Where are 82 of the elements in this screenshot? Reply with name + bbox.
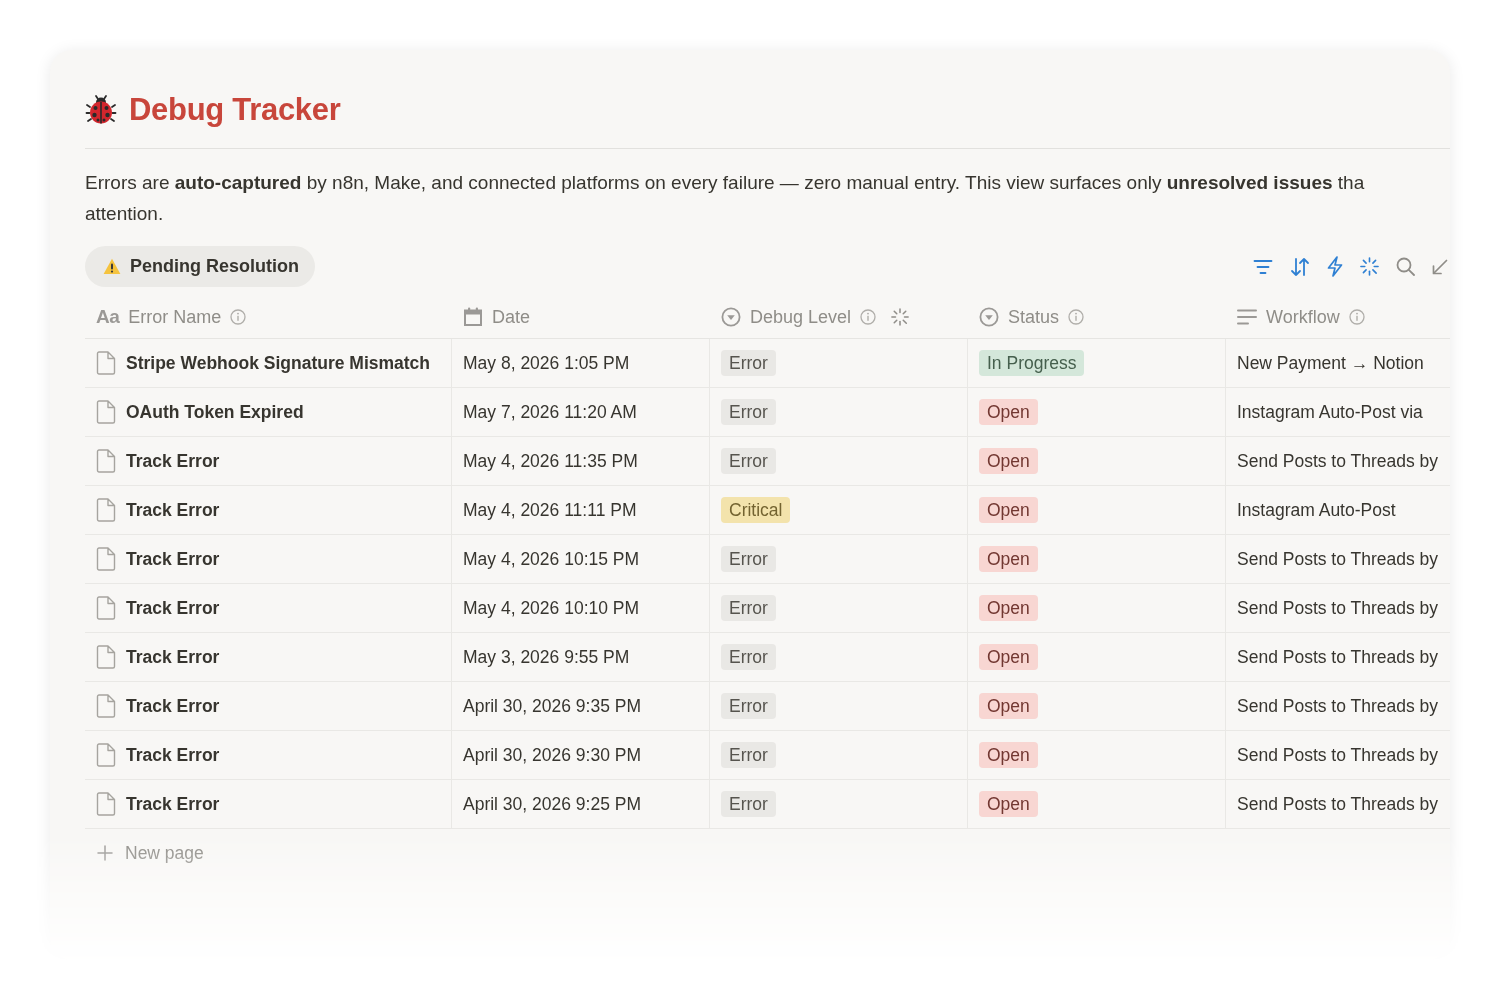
page-icon	[96, 694, 116, 718]
page-icon	[96, 400, 116, 424]
workflow-text: Send Posts to Threads by	[1237, 597, 1439, 619]
workflow-text: New Payment → Notion	[1237, 352, 1424, 374]
plus-icon	[97, 845, 113, 861]
error-name-link[interactable]: Track Error	[126, 744, 220, 766]
error-name-link[interactable]: Track Error	[126, 646, 220, 668]
debug-level-tag: Error	[721, 399, 776, 425]
page-icon	[96, 449, 116, 473]
debug-level-tag: Error	[721, 595, 776, 621]
dropdown-circle-icon	[721, 307, 741, 327]
status-tag: Open	[979, 399, 1038, 425]
status-tag: Open	[979, 546, 1038, 572]
page-title: Debug Tracker	[129, 92, 341, 128]
date-text: May 8, 2026 1:05 PM	[463, 352, 630, 374]
error-name-link[interactable]: Stripe Webhook Signature Mismatch	[126, 352, 431, 374]
status-tag: Open	[979, 693, 1038, 719]
calendar-icon	[463, 307, 483, 327]
workflow-text: Instagram Auto-Post	[1237, 499, 1396, 521]
date-text: May 4, 2026 10:10 PM	[463, 597, 640, 619]
error-name-link[interactable]: Track Error	[126, 548, 220, 570]
warning-icon	[103, 258, 121, 275]
date-text: April 30, 2026 9:35 PM	[463, 695, 642, 717]
error-name-link[interactable]: Track Error	[126, 695, 220, 717]
date-text: April 30, 2026 9:25 PM	[463, 793, 642, 815]
burst-icon[interactable]	[1360, 257, 1379, 276]
debug-level-tag: Error	[721, 350, 776, 376]
page-icon	[96, 351, 116, 375]
error-name-link[interactable]: Track Error	[126, 499, 220, 521]
date-text: May 4, 2026 11:11 PM	[463, 499, 637, 521]
sort-icon[interactable]	[1290, 256, 1310, 277]
status-tag: Open	[979, 644, 1038, 670]
view-tab[interactable]: Pending Resolution	[85, 246, 315, 287]
error-name-link[interactable]: Track Error	[126, 450, 220, 472]
error-name-link[interactable]: OAuth Token Expired	[126, 401, 304, 423]
debug-level-tag: Error	[721, 742, 776, 768]
error-name-link[interactable]: Track Error	[126, 793, 220, 815]
lightning-icon[interactable]	[1327, 256, 1343, 277]
text-type-glyph: Aa	[96, 306, 120, 328]
autofill-burst-icon[interactable]	[891, 308, 910, 326]
debug-level-tag: Error	[721, 693, 776, 719]
info-icon[interactable]	[860, 309, 877, 325]
search-icon[interactable]	[1396, 257, 1415, 276]
ladybug-icon	[85, 94, 117, 126]
page-icon	[96, 596, 116, 620]
workflow-text: Send Posts to Threads by	[1237, 450, 1439, 472]
date-text: April 30, 2026 9:30 PM	[463, 744, 642, 766]
workflow-text: Send Posts to Threads by	[1237, 646, 1439, 668]
filter-icon[interactable]	[1253, 258, 1273, 275]
status-tag: Open	[979, 791, 1038, 817]
page-icon	[96, 792, 116, 816]
debug-level-tag: Error	[721, 644, 776, 670]
status-tag: Open	[979, 595, 1038, 621]
date-text: May 4, 2026 11:35 PM	[463, 450, 638, 472]
workflow-text: Send Posts to Threads by	[1237, 548, 1439, 570]
description-text: Errors are auto-captured by n8n, Make, and connected platforms on every failure — zero manual entry. This view surfaces only unresolved issues tha attention.	[85, 171, 1365, 226]
debug-level-tag: Error	[721, 791, 776, 817]
info-icon[interactable]	[1348, 309, 1365, 325]
debug-level-tag: Error	[721, 448, 776, 474]
status-tag: Open	[979, 448, 1038, 474]
page-icon	[96, 498, 116, 522]
debug-level-tag: Error	[721, 546, 776, 572]
page-icon	[96, 547, 116, 571]
info-icon[interactable]	[1068, 309, 1085, 325]
workflow-text: Instagram Auto-Post via	[1237, 401, 1423, 423]
error-name-link[interactable]: Track Error	[126, 597, 220, 619]
dropdown-circle-icon	[979, 307, 999, 327]
workflow-text: Send Posts to Threads by	[1237, 744, 1439, 766]
workflow-text: Send Posts to Threads by	[1237, 695, 1439, 717]
status-tag: In Progress	[979, 350, 1085, 376]
info-icon[interactable]	[230, 309, 247, 325]
diagonal-arrow-icon[interactable]	[1432, 258, 1448, 275]
page-icon	[96, 743, 116, 767]
status-tag: Open	[979, 742, 1038, 768]
date-text: May 3, 2026 9:55 PM	[463, 646, 630, 668]
text-lines-icon	[1237, 309, 1257, 325]
workflow-text: Send Posts to Threads by	[1237, 793, 1439, 815]
date-text: May 7, 2026 11:20 AM	[463, 401, 637, 423]
date-text: May 4, 2026 10:15 PM	[463, 548, 640, 570]
debug-level-tag: Critical	[721, 497, 791, 523]
page-icon	[96, 645, 116, 669]
status-tag: Open	[979, 497, 1038, 523]
